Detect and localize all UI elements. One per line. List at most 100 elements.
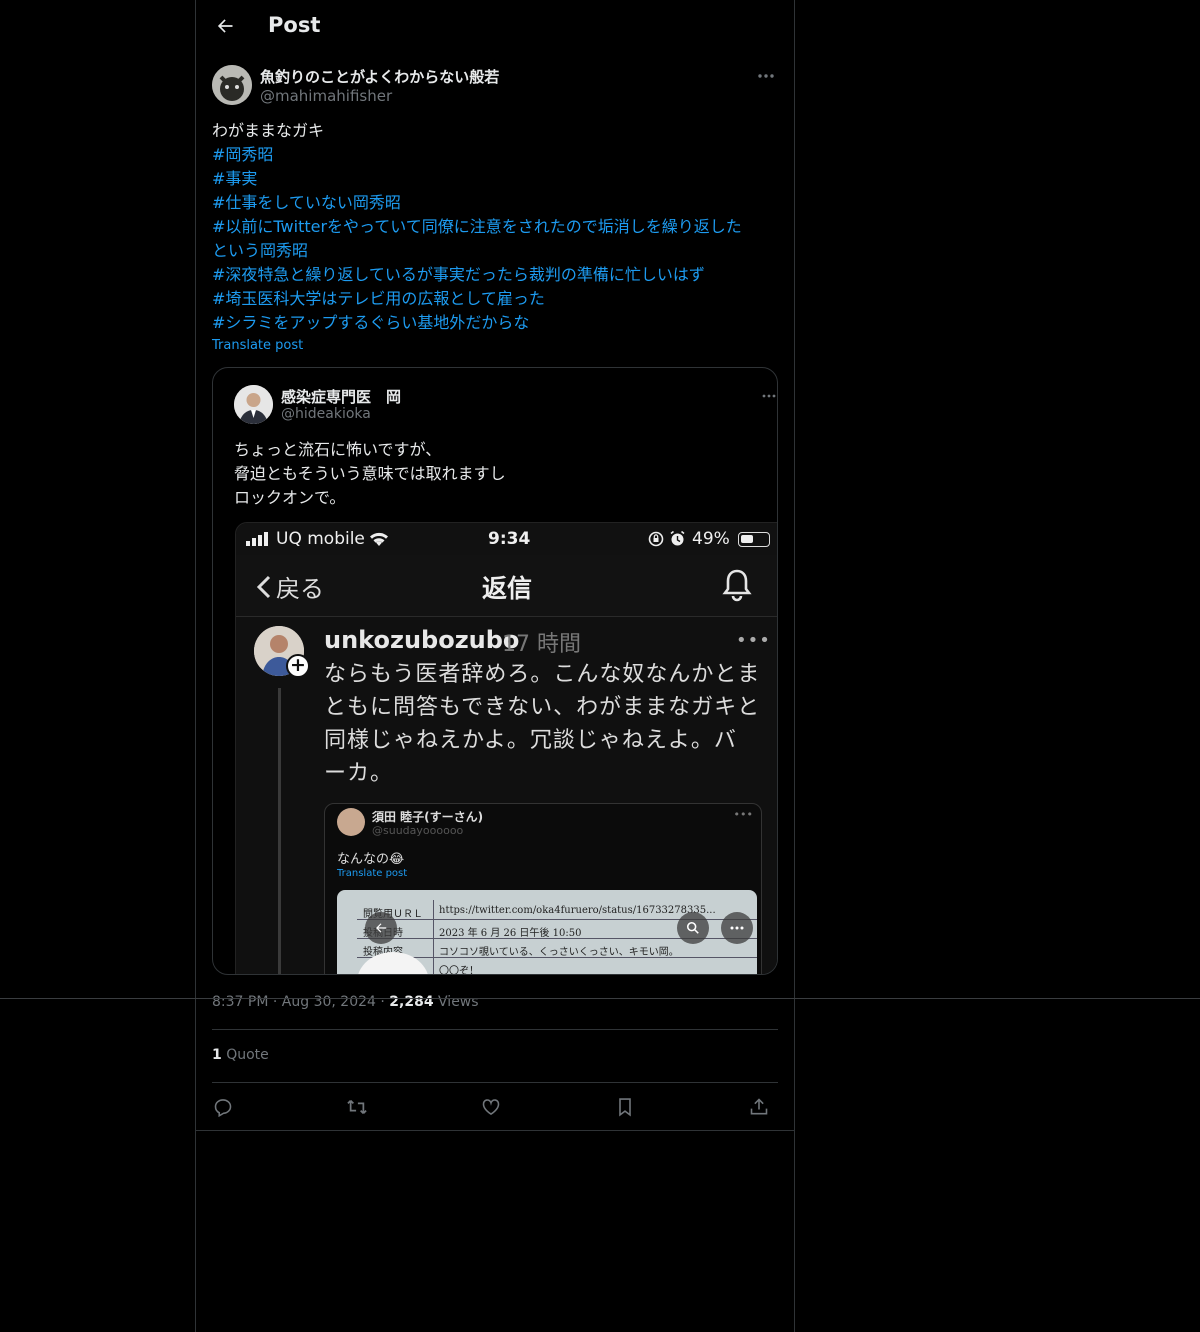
author-name[interactable]: 魚釣りのことがよくわからない般若 (260, 66, 499, 87)
hashtag-link[interactable]: #仕事をしていない岡秀昭 (212, 191, 778, 215)
battery-icon (738, 532, 770, 547)
author-handle[interactable]: @mahimahifisher (260, 87, 392, 105)
hashtag-link[interactable]: という岡秀昭 (212, 239, 778, 263)
more-horizontal-icon (721, 912, 753, 944)
hashtag-link[interactable]: #岡秀昭 (212, 143, 778, 167)
post-text: わがままなガキ #岡秀昭 #事実 #仕事をしていない岡秀昭 #以前にTwitte… (212, 119, 778, 335)
app-back-button: 戻る (256, 569, 324, 604)
quoted-text-line: ロックオンで。 (234, 488, 346, 507)
post-text-line: わがままなガキ (212, 121, 325, 140)
overlay-line (0, 998, 1200, 999)
nested-translate-link: Translate post (337, 868, 408, 879)
views-label: Views (438, 994, 479, 1010)
doc-row-value: 〇〇ぞ！ (439, 966, 479, 975)
page-title: Post (268, 13, 321, 37)
reply-text-line: 同様じゃねえかよ。冗談じゃねえよ。バ (324, 728, 737, 753)
quoted-text-line: 脅迫ともそういう意味では取れますし (234, 464, 506, 483)
share-button[interactable] (746, 1094, 772, 1120)
reply-text-line: ならもう医者辞めろ。こんな奴なんかとま (324, 662, 761, 687)
hashtag-link[interactable]: #シラミをアップするぐらい基地外だからな (212, 311, 778, 335)
carrier-name: UQ mobile (276, 529, 365, 549)
like-button[interactable] (478, 1094, 504, 1120)
quoted-author-handle: @hideakioka (281, 406, 371, 422)
arrow-left-icon (365, 912, 397, 944)
document-image: 閲覧用ＵＲＬ https://twitter.com/oka4furuero/s… (337, 890, 757, 975)
main-column: Post 魚釣りのことがよくわからない般若 @mahimahifisher わが… (195, 0, 795, 1332)
status-time: 9:34 (488, 529, 531, 549)
quotes-stat[interactable]: 1 Quote (212, 1047, 269, 1063)
reply-text-line: ともに問答もできない、わがままなガキと (324, 695, 761, 720)
nested-text: なんなの😂 (337, 852, 405, 867)
doc-row-value: https://twitter.com/oka4furuero/status/1… (439, 905, 716, 916)
action-bar (212, 1094, 778, 1120)
more-button[interactable] (754, 66, 778, 86)
quoted-text-line: ちょっと流石に怖いですが、 (234, 440, 442, 459)
quoted-more-button[interactable] (759, 388, 777, 404)
doc-row-value: 2023 年 6 月 26 日午後 10:50 (439, 928, 582, 939)
hashtag-link[interactable]: #埼玉医科大学はテレビ用の広報として雇った (212, 287, 778, 311)
hashtag-link[interactable]: #事実 (212, 167, 778, 191)
nested-author-handle: @suudayoooooo (372, 824, 464, 837)
quote-count: 1 (212, 1047, 222, 1063)
share-icon (750, 1098, 768, 1115)
reply-button[interactable] (210, 1094, 236, 1120)
reply-time: 17 時間 (502, 632, 581, 657)
quoted-post[interactable]: 感染症専門医 岡 @hideakioka ちょっと流石に怖いですが、 脅迫ともそ… (212, 367, 778, 975)
meta-separator: · (380, 994, 385, 1010)
nested-more-icon: ••• (733, 808, 753, 821)
hashtag-link[interactable]: #深夜特急と繰り返しているが事実だったら裁判の準備に忙しいはず (212, 263, 778, 287)
attached-screenshot[interactable]: UQ mobile 9:34 49% 戻る 返信 + unkozubozubo … (235, 522, 777, 975)
arrow-left-icon (217, 19, 233, 33)
plus-icon: + (286, 654, 310, 678)
app-title: 返信 (482, 574, 533, 603)
nested-author-name: 須田 睦子(すーさん) (372, 810, 484, 824)
app-back-label: 戻る (276, 575, 324, 603)
divider (196, 1130, 794, 1131)
heart-icon (482, 1099, 500, 1116)
repost-button[interactable] (344, 1094, 370, 1120)
nested-avatar (337, 808, 365, 836)
search-icon (677, 912, 709, 944)
avatar[interactable] (212, 65, 252, 105)
more-horizontal-icon (758, 74, 774, 78)
quote-label: Quote (226, 1047, 269, 1063)
screenshot-reply: + unkozubozubo 17 時間 ••• ならもう医者辞めろ。こんな奴な… (236, 618, 777, 975)
meta-separator: · (272, 994, 278, 1010)
divider (212, 1082, 778, 1083)
divider (212, 1029, 778, 1030)
back-button[interactable] (208, 9, 242, 43)
hashtag-link[interactable]: #以前にTwitterをやっていて同僚に注意をされたので垢消しを繰り返した (212, 215, 778, 239)
phone-status-bar: UQ mobile 9:34 49% (236, 523, 777, 555)
quoted-text: ちょっと流石に怖いですが、 脅迫ともそういう意味では取れますし ロックオンで。 (234, 438, 506, 510)
translate-post-link[interactable]: Translate post (212, 338, 303, 353)
post-date[interactable]: Aug 30, 2024 (282, 994, 376, 1010)
page-header: Post (196, 0, 794, 53)
bookmark-button[interactable] (612, 1094, 638, 1120)
bell-icon (722, 569, 752, 602)
nested-post: 須田 睦子(すーさん) @suudayoooooo ••• なんなの😂 Tran… (324, 803, 762, 975)
repost-icon (347, 1100, 367, 1114)
alarm-icon (670, 530, 685, 546)
reply-icon (214, 1099, 232, 1117)
doc-divider (433, 900, 434, 974)
chevron-left-icon (256, 575, 271, 598)
rotation-lock-icon (648, 531, 664, 547)
more-horizontal-icon (762, 394, 776, 398)
reply-text-line: ーカ。 (324, 761, 394, 786)
doc-row-value: コソコソ覗いている、くっさいくっさい、キモい岡。 (439, 947, 679, 958)
bookmark-icon (619, 1098, 631, 1117)
quoted-avatar (234, 385, 273, 424)
reply-text: ならもう医者辞めろ。こんな奴なんかとま ともに問答もできない、わがままなガキと … (324, 658, 769, 790)
reply-more-icon: ••• (736, 630, 771, 651)
post-time[interactable]: 8:37 PM (212, 994, 268, 1010)
reply-username: unkozubozubo (324, 626, 520, 654)
app-bar: 戻る 返信 (236, 555, 777, 617)
signal-icon (246, 532, 268, 546)
views-count: 2,284 (389, 994, 434, 1010)
post-author: 魚釣りのことがよくわからない般若 @mahimahifisher (212, 64, 778, 108)
battery-level (741, 535, 753, 543)
thread-line (278, 688, 281, 974)
quoted-author-name: 感染症専門医 岡 (281, 388, 402, 406)
battery-percent: 49% (692, 529, 730, 549)
post-meta: 8:37 PM · Aug 30, 2024 · 2,284 Views (212, 994, 479, 1010)
